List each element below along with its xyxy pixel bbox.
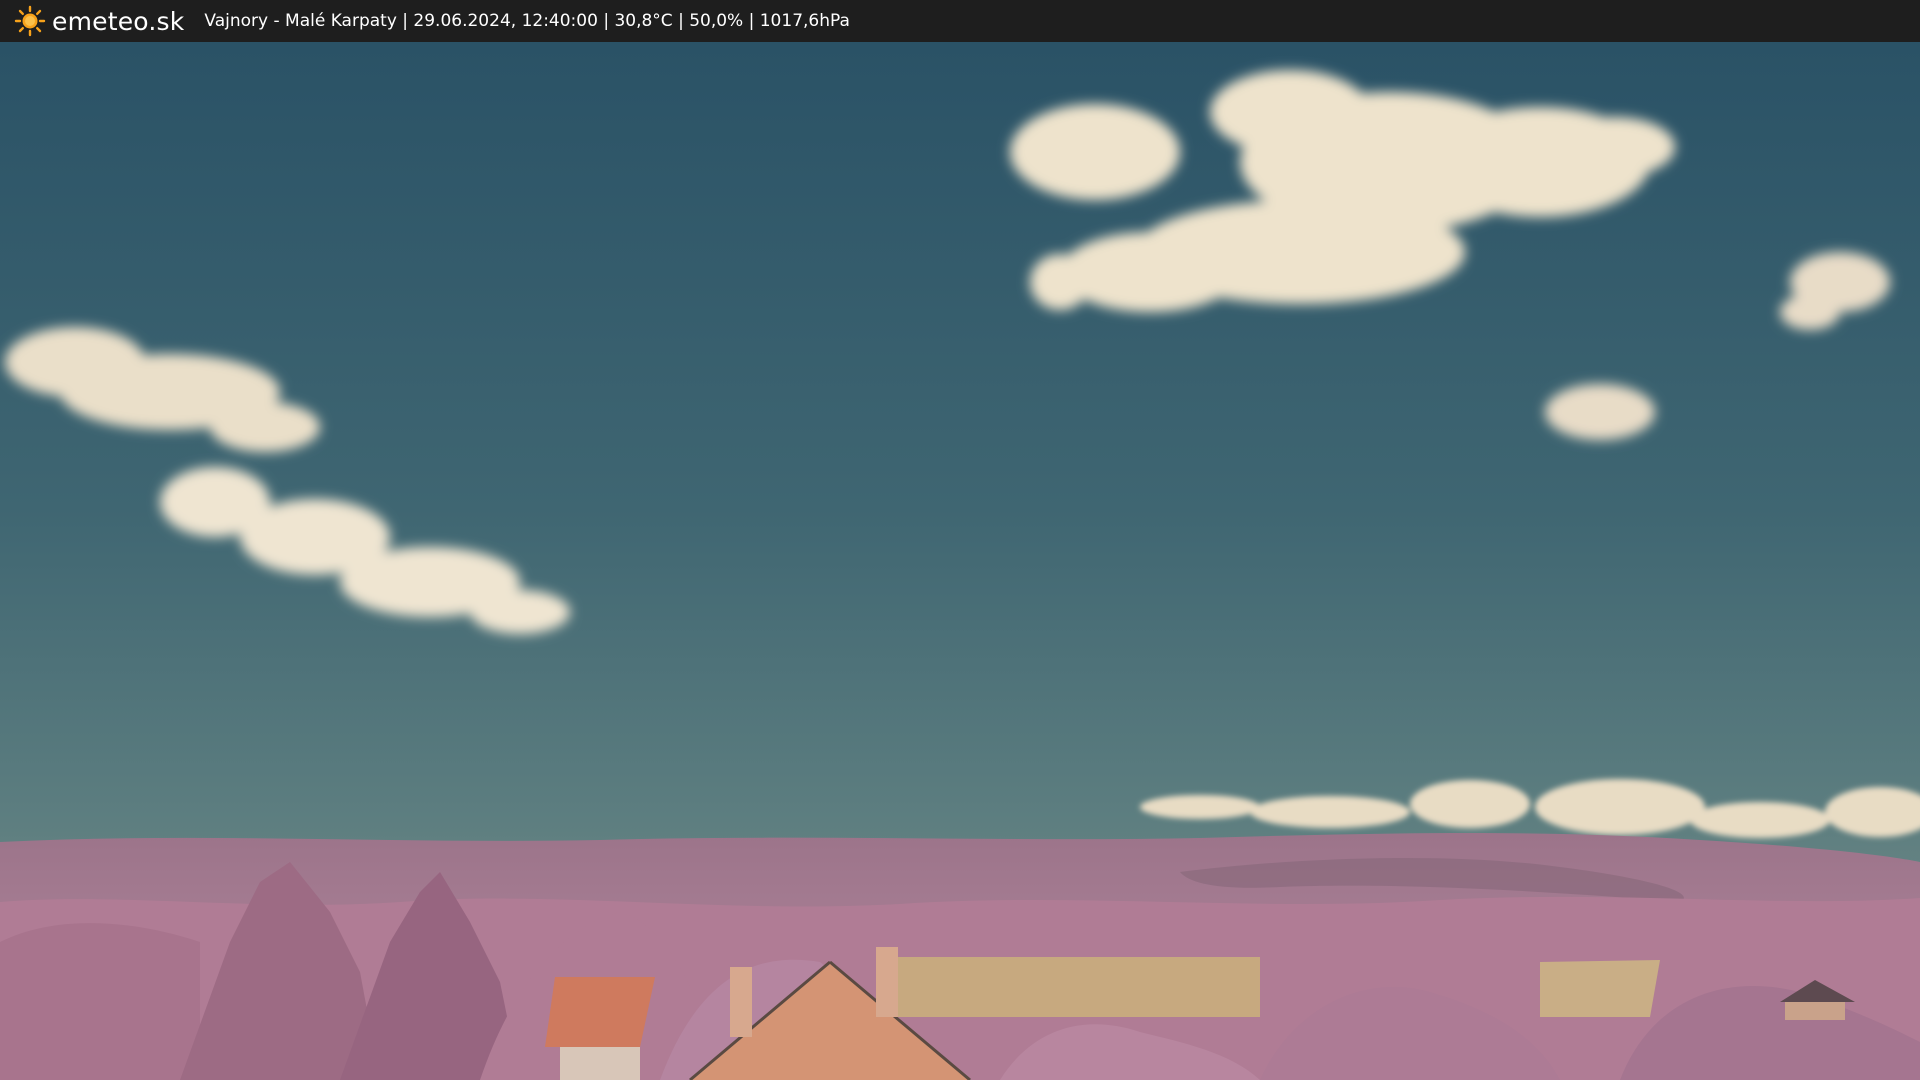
logo[interactable]: emeteo.sk — [14, 0, 184, 42]
field — [880, 957, 1260, 1017]
sun-icon — [14, 5, 46, 37]
webcam-frame: emeteo.sk Vajnory - Malé Karpaty | 29.06… — [0, 0, 1920, 1080]
field-right — [1540, 960, 1660, 1017]
brand-name: emeteo.sk — [52, 6, 185, 36]
webcam-image — [0, 42, 1920, 1080]
house-left — [545, 977, 655, 1080]
header-bar: emeteo.sk Vajnory - Malé Karpaty | 29.06… — [0, 0, 1920, 42]
station-info: Vajnory - Malé Karpaty | 29.06.2024, 12:… — [204, 11, 850, 31]
